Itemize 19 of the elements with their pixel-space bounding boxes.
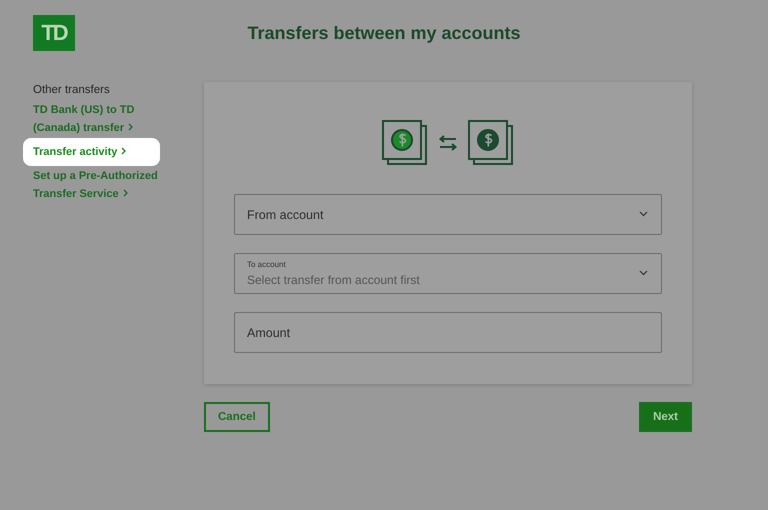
sidebar-link[interactable]: Set up a Pre-Authorized Transfer Service	[23, 166, 193, 204]
field-label: To account	[247, 260, 286, 269]
sidebar-heading: Other transfers	[33, 84, 111, 96]
next-button[interactable]: Next	[639, 402, 692, 432]
sidebar-link[interactable]: TD Bank (US) to TD (Canada) transfer	[23, 100, 193, 138]
input-field[interactable]: Amount	[234, 312, 662, 353]
chevron-down-icon	[639, 270, 648, 276]
dropdown-field[interactable]: From account	[234, 194, 662, 235]
money-icon	[468, 120, 514, 166]
swap-arrows-icon	[438, 135, 458, 151]
logo[interactable]: TD	[33, 15, 75, 51]
cancel-button[interactable]: Cancel	[204, 402, 270, 432]
chevron-right-icon	[128, 123, 134, 131]
money-icon	[382, 120, 428, 166]
chevron-right-icon	[121, 147, 128, 155]
sidebar-link[interactable]: Transfer activity	[23, 138, 160, 166]
chevron-down-icon	[639, 211, 648, 217]
chevron-right-icon	[122, 189, 129, 197]
page-title: Transfers between my accounts	[246, 22, 522, 44]
